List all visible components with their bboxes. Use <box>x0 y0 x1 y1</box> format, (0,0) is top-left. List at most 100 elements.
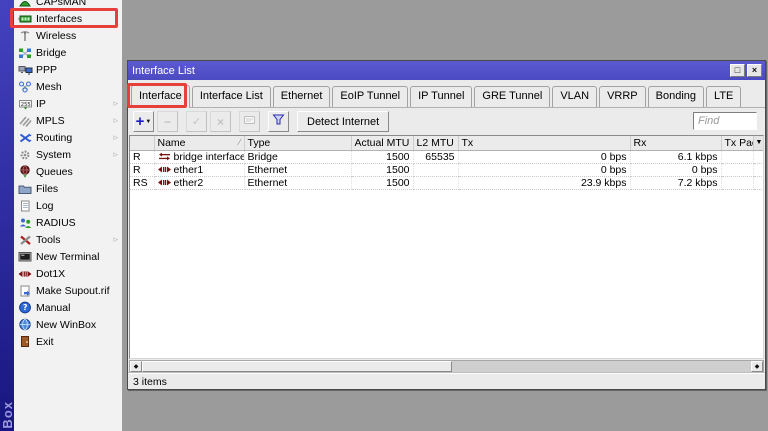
row-l2-mtu <box>413 163 458 176</box>
queues-icon <box>17 165 33 178</box>
row-name-cell: ether2 <box>154 176 244 189</box>
sidebar-item-mesh[interactable]: Mesh ▹ <box>14 78 122 95</box>
row-l2-mtu: 65535 <box>413 150 458 163</box>
sidebar-item-ip[interactable]: 255 IP ▹ <box>14 95 122 112</box>
toolbar: + ▼ − ✓ × Detect Internet <box>128 108 765 135</box>
tab-gre-tunnel[interactable]: GRE Tunnel <box>474 86 550 107</box>
row-tx-packet <box>721 163 753 176</box>
column-header-flags[interactable] <box>130 136 154 150</box>
submenu-arrow-icon: ▹ <box>113 115 119 126</box>
check-icon: ✓ <box>192 115 201 128</box>
row-actual-mtu: 1500 <box>351 163 413 176</box>
row-tx: 23.9 kbps <box>458 176 630 189</box>
sidebar-item-interfaces[interactable]: Interfaces ▹ <box>14 10 122 27</box>
minus-icon: − <box>164 115 171 129</box>
sidebar-item-files[interactable]: Files ▹ <box>14 180 122 197</box>
close-button[interactable]: × <box>747 64 762 77</box>
wireless-icon <box>17 29 33 42</box>
column-header-name[interactable]: Name∕ <box>154 136 244 150</box>
tab-eoip-tunnel[interactable]: EoIP Tunnel <box>332 86 408 107</box>
find-input[interactable] <box>693 112 757 130</box>
comment-icon <box>243 113 256 131</box>
filter-funnel-icon <box>272 113 285 131</box>
ethernet-interface-icon <box>158 178 171 187</box>
bridge-interface-icon <box>158 152 171 161</box>
sidebar-item-capsman[interactable]: CAPsMAN ▹ <box>14 0 122 10</box>
sidebar-item-make-supout-rif[interactable]: Make Supout.rif ▹ <box>14 282 122 299</box>
svg-text:255: 255 <box>20 101 30 107</box>
interface-row-ether2[interactable]: RS ether2 Ethernet 1500 23.9 kbps 7.2 kb… <box>130 176 764 189</box>
row-type: Bridge <box>244 150 351 163</box>
sidebar-item-manual[interactable]: ? Manual ▹ <box>14 299 122 316</box>
tab-bonding[interactable]: Bonding <box>648 86 704 107</box>
scroll-right-icon[interactable]: ◆ <box>751 361 763 372</box>
system-icon <box>17 148 33 161</box>
interfaces-icon <box>17 12 33 25</box>
comment-button[interactable] <box>239 111 260 132</box>
scrollbar-thumb[interactable] <box>142 361 452 372</box>
sidebar-item-radius[interactable]: RADIUS ▹ <box>14 214 122 231</box>
supout-icon <box>17 284 33 297</box>
column-header-l2-mtu[interactable]: L2 MTU <box>413 136 458 150</box>
scrollbar-track[interactable] <box>452 361 751 372</box>
sidebar-item-dot1x[interactable]: Dot1X ▹ <box>14 265 122 282</box>
mpls-icon <box>17 114 33 127</box>
interface-row-bridge-interface[interactable]: R bridge interface Bridge 1500 65535 0 b… <box>130 150 764 163</box>
row-actual-mtu: 1500 <box>351 150 413 163</box>
disable-button[interactable]: × <box>210 111 231 132</box>
ip-icon: 255 <box>17 97 33 110</box>
horizontal-scrollbar[interactable]: ◆ ◆ <box>129 360 764 373</box>
log-icon <box>17 199 33 212</box>
column-header-tx[interactable]: Tx <box>458 136 630 150</box>
tab-ip-tunnel[interactable]: IP Tunnel <box>410 86 472 107</box>
files-icon <box>17 182 33 195</box>
filter-button[interactable] <box>268 111 289 132</box>
row-tx: 0 bps <box>458 163 630 176</box>
row-tx-packet <box>721 150 753 163</box>
submenu-arrow-icon: ▹ <box>113 132 119 143</box>
scroll-left-icon[interactable]: ◆ <box>130 361 142 372</box>
sidebar-item-mpls[interactable]: MPLS ▹ <box>14 112 122 129</box>
sidebar-item-tools[interactable]: Tools ▹ <box>14 231 122 248</box>
column-header-tx-packet[interactable]: Tx Packet (p/ <box>721 136 753 150</box>
maximize-button[interactable]: □ <box>730 64 745 77</box>
tools-icon <box>17 233 33 246</box>
tab-interface-list[interactable]: Interface List <box>192 86 271 107</box>
tab-ethernet[interactable]: Ethernet <box>273 86 331 107</box>
sidebar-item-wireless[interactable]: Wireless ▹ <box>14 27 122 44</box>
sidebar-item-system[interactable]: System ▹ <box>14 146 122 163</box>
interface-table: Name∕ Type Actual MTU L2 MTU Tx Rx Tx Pa… <box>129 135 764 359</box>
column-header-actual-mtu[interactable]: Actual MTU <box>351 136 413 150</box>
window-titlebar[interactable]: Interface List □ × <box>128 61 765 80</box>
winbox-brand-vertical-text: Box <box>0 401 14 429</box>
enable-button[interactable]: ✓ <box>186 111 207 132</box>
tab-lte[interactable]: LTE <box>706 86 741 107</box>
tab-interface[interactable]: Interface <box>131 85 190 108</box>
sidebar-item-ppp[interactable]: PPP ▹ <box>14 61 122 78</box>
interface-row-ether1[interactable]: R ether1 Ethernet 1500 0 bps 0 bps <box>130 163 764 176</box>
remove-button[interactable]: − <box>157 111 178 132</box>
column-header-type[interactable]: Type <box>244 136 351 150</box>
row-type: Ethernet <box>244 176 351 189</box>
row-rx: 7.2 kbps <box>630 176 721 189</box>
row-tx: 0 bps <box>458 150 630 163</box>
column-header-rx[interactable]: Rx <box>630 136 721 150</box>
sidebar-item-new-winbox[interactable]: New WinBox ▹ <box>14 316 122 333</box>
sidebar-item-exit[interactable]: Exit ▹ <box>14 333 122 350</box>
status-bar: 3 items <box>128 373 765 389</box>
exit-icon <box>17 335 33 348</box>
row-flags: R <box>130 150 154 163</box>
add-button[interactable]: + ▼ <box>133 111 154 132</box>
row-name-cell: bridge interface <box>154 150 244 163</box>
detect-internet-button[interactable]: Detect Internet <box>297 111 389 132</box>
row-type: Ethernet <box>244 163 351 176</box>
sidebar-item-log[interactable]: Log ▹ <box>14 197 122 214</box>
plus-icon: + <box>136 115 145 128</box>
tab-vlan[interactable]: VLAN <box>552 86 597 107</box>
sidebar-item-new-terminal[interactable]: New Terminal ▹ <box>14 248 122 265</box>
tab-vrrp[interactable]: VRRP <box>599 86 646 107</box>
sidebar-item-routing[interactable]: Routing ▹ <box>14 129 122 146</box>
sidebar-item-bridge[interactable]: Bridge ▹ <box>14 44 122 61</box>
column-selector-button[interactable]: ▼ <box>753 136 764 150</box>
sidebar-item-queues[interactable]: Queues ▹ <box>14 163 122 180</box>
